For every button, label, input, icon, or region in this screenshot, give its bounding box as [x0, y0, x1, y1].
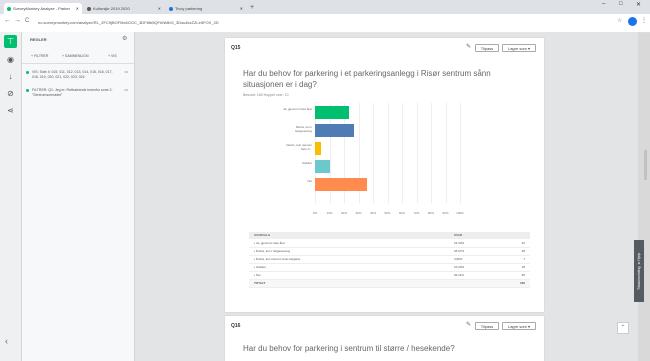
x-tick-label: 100% [456, 211, 464, 215]
new-tab-button[interactable]: + [250, 3, 254, 13]
category-label: Delvis, kun utenom ferie-h... [286, 143, 312, 151]
feedback-tab[interactable]: Tilbakemelding ▲ Hjelp [634, 240, 644, 302]
eye-icon[interactable]: ◉ [4, 53, 17, 66]
category-label: Ja, gjennom hele året [283, 107, 312, 111]
table-header: SVARVALG SVAR [249, 232, 530, 239]
download-icon[interactable]: ↓ [4, 70, 17, 83]
chart-gridline [373, 103, 374, 203]
chart-gridline [460, 103, 461, 203]
share-icon[interactable]: ⋖ [4, 104, 17, 117]
gear-icon[interactable]: ⚙ [122, 35, 127, 42]
table-row: ▪ Delvis, kun utenom ferie-helgelse 3,89%… [249, 256, 530, 264]
forward-button[interactable]: → [14, 17, 21, 24]
close-tab-icon[interactable]: ✕ [240, 3, 243, 14]
chart-gridline [431, 103, 432, 203]
chart-gridline [416, 103, 418, 203]
category-label: Usikker [301, 161, 312, 165]
table-row: ▪ Ja, gjennom hele året 23,33% 42 [249, 240, 530, 248]
paint-icon[interactable]: ✎ [466, 43, 471, 50]
chart-gridline [445, 103, 447, 203]
rule-status-icon [26, 71, 29, 74]
reload-button[interactable]: C [25, 18, 29, 24]
paint-icon[interactable]: ✎ [466, 321, 471, 328]
category-label: Delvis, kun i helgesesong [294, 125, 312, 133]
more-options-icon[interactable]: ••• [124, 88, 128, 93]
browser-tab-surveymonkey[interactable]: SurveyMonkey Analyze - Parker ✕ [4, 3, 82, 14]
rule-status-icon [26, 89, 29, 92]
browser-menu-icon[interactable]: ⋮ [641, 17, 647, 24]
url-field[interactable]: no.surveymonkey.com/analyze/RL_ZFC9jBOFM… [38, 18, 598, 28]
save-as-button[interactable]: Lagre som ▾ [502, 322, 536, 330]
link-icon[interactable]: ⊘ [4, 87, 17, 100]
tab-show[interactable]: + VIS [108, 54, 117, 58]
tab-favicon-icon [87, 6, 91, 11]
response-meta: Besvart: 180 Hoppet over: 10 [243, 93, 289, 97]
question-number: Q15 [231, 45, 241, 51]
rules-panel [22, 32, 135, 361]
panel-title: REGLER [30, 37, 47, 42]
customize-button[interactable]: Tilpass [475, 44, 499, 52]
table-row: ▪ Usikker 10,00% 18 [249, 264, 530, 272]
filter-rule-item[interactable]: FILTRER: Q1: Jeg er: Rettsstrende innenf… [26, 88, 130, 98]
chart-bar[interactable] [315, 106, 349, 119]
minimize-button[interactable]: – [602, 1, 605, 7]
filter-icon[interactable]: ⊤ [4, 35, 17, 48]
close-tab-icon[interactable]: ✕ [158, 3, 161, 14]
more-options-icon[interactable]: ••• [124, 70, 128, 75]
table-row: ▪ Delvis, kun i helgesesong 26,67% 48 [249, 248, 530, 256]
save-as-button[interactable]: Lagre som ▾ [502, 44, 536, 52]
category-label: Nei [307, 179, 312, 183]
column-header-choice[interactable]: SVARVALG [254, 232, 270, 239]
show-rule-item[interactable]: VIS: Side 4: 015, 011, 012, 013, 014, 01… [26, 70, 130, 80]
collapse-panel-button[interactable]: ‹ [5, 336, 8, 346]
surveymonkey-favicon-icon [7, 6, 11, 11]
close-tab-icon[interactable]: ✕ [76, 3, 79, 14]
customize-button[interactable]: Tilpass [475, 322, 499, 330]
column-header-responses[interactable]: SVAR [454, 232, 462, 239]
scroll-to-top-button[interactable]: ⌃ [617, 322, 629, 334]
bookmark-star-icon[interactable]: ☆ [617, 17, 622, 24]
question-title: Har du behov for parkering i sentrum til… [243, 344, 455, 353]
profile-avatar[interactable] [628, 17, 637, 26]
chart-bar[interactable] [315, 178, 368, 191]
browser-tab-kultur[interactable]: Kultursjkr 2019 2020 ✕ [84, 3, 164, 14]
back-button[interactable]: ← [4, 17, 11, 24]
close-window-button[interactable]: ✕ [636, 1, 641, 8]
chart-bar[interactable] [315, 142, 321, 155]
chart-gridline [387, 103, 389, 203]
browser-tab-parkering[interactable]: Tivoy parkering ✕ [166, 3, 246, 14]
table-total-row: TOTALT 180 [249, 280, 530, 288]
scrollbar-thumb[interactable] [644, 150, 647, 180]
tab-compare[interactable]: + SAMMENLIGN [62, 54, 89, 58]
chart-gridline [402, 103, 403, 203]
chart-bar[interactable] [315, 124, 354, 137]
table-row: ▪ Nei 36,11% 65 [249, 272, 530, 280]
question-number: Q16 [231, 323, 241, 329]
question-title: Har du behov for parkering i et parkerin… [243, 69, 491, 89]
tab-favicon-icon [169, 6, 173, 11]
maximize-button[interactable]: □ [619, 1, 623, 7]
chart-bar[interactable] [315, 160, 330, 173]
tab-filter[interactable]: + FILTRER [31, 54, 48, 58]
